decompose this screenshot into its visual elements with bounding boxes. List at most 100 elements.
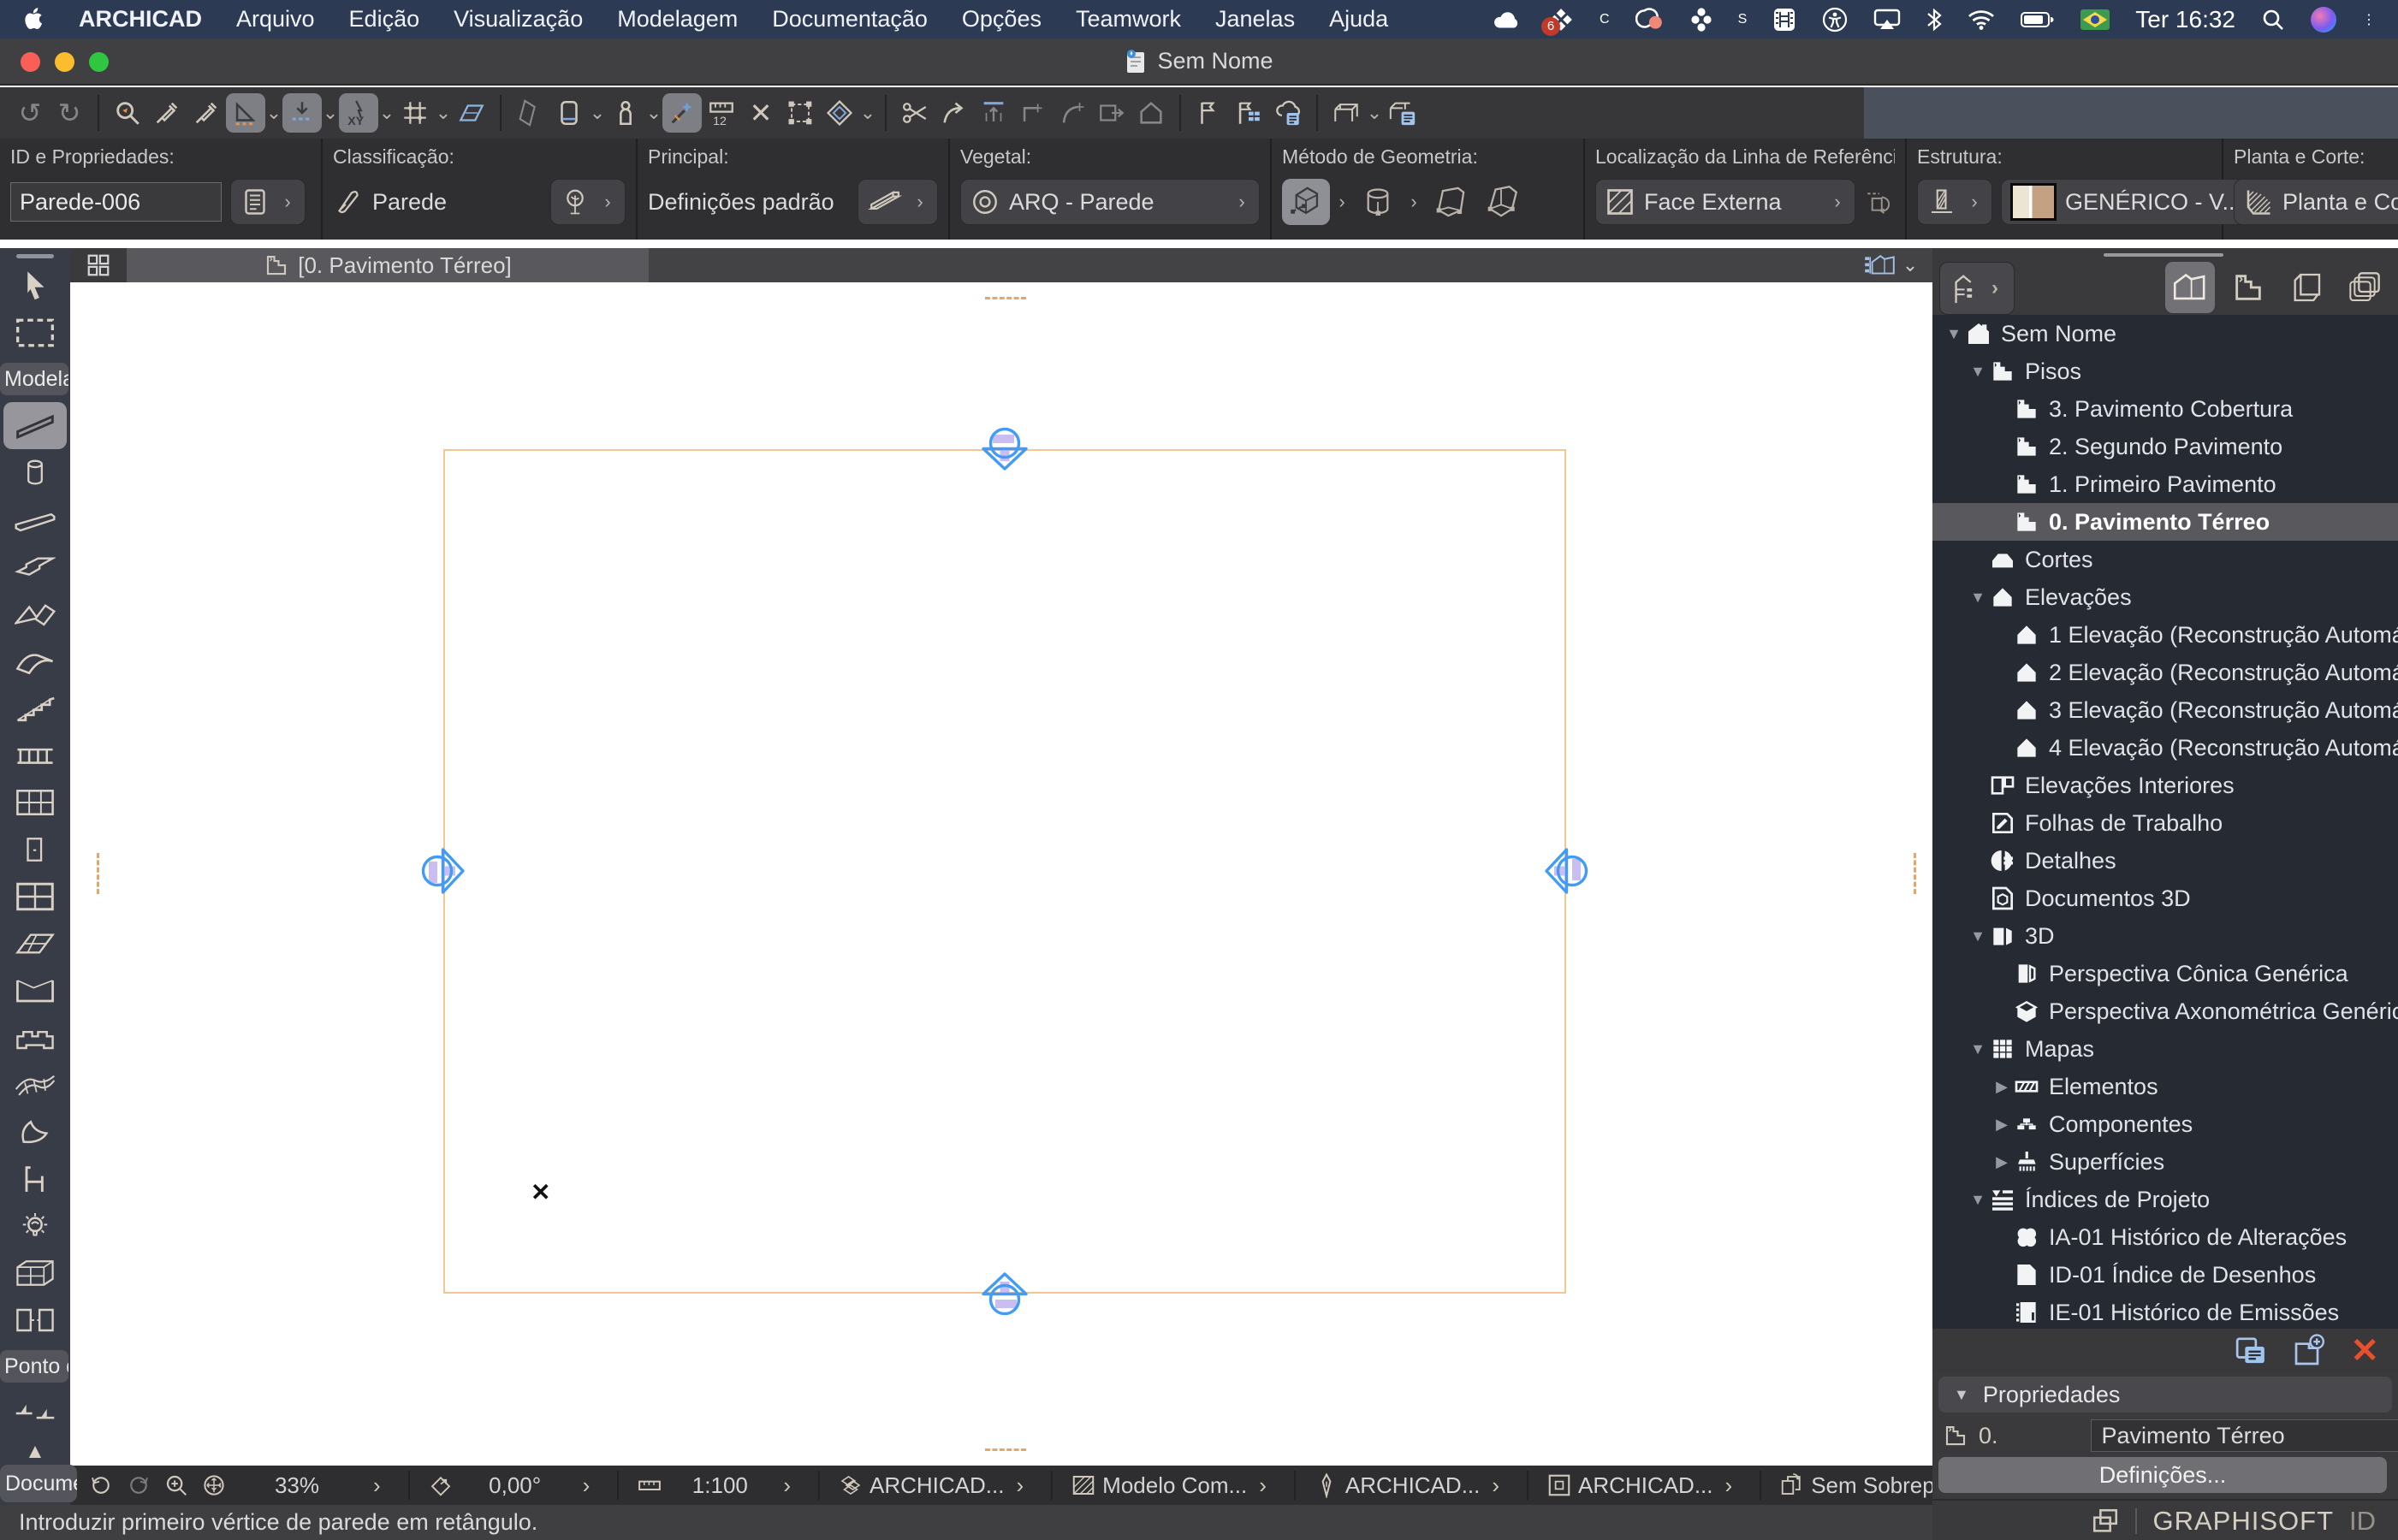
wifi-icon[interactable] [1968,9,1995,30]
model-view-options-value[interactable]: Modelo Com... [1102,1472,1247,1499]
menu-edicao[interactable]: Edição [349,6,420,33]
stair-tool[interactable] [3,684,67,732]
plansection-display-button[interactable]: Planta e Cor [2234,179,2398,225]
menu-modelagem[interactable]: Modelagem [617,6,738,33]
zoom-window-button[interactable] [89,52,109,72]
shapes-app-icon[interactable] [1690,7,1712,33]
tree-item-indices-de-projeto[interactable]: ▼ Índices de Projeto [1932,1181,2398,1218]
scale-ruler-icon[interactable] [631,1468,668,1502]
mesh-tool[interactable] [3,1061,67,1108]
inject-parameters-icon[interactable] [147,93,187,133]
zoom-level-value[interactable]: 33% [233,1472,361,1499]
tree-item-primeiro-pavimento[interactable]: 1. Primeiro Pavimento [1932,465,2398,503]
graphic-override-icon[interactable] [1540,1468,1578,1502]
morph-tool[interactable] [3,1108,67,1155]
align-icon[interactable] [974,93,1013,133]
tree-item-pavimento-cobertura[interactable]: 3. Pavimento Cobertura [1932,390,2398,428]
c-app-icon[interactable]: C [1600,12,1610,27]
tree-item-pisos[interactable]: ▼ Pisos [1932,352,2398,390]
graphic-override-value[interactable]: ARCHICAD... [1578,1472,1712,1499]
element-id-field[interactable] [10,182,222,222]
tree-item-3d[interactable]: ▼ 3D [1932,917,2398,955]
next-zoom-icon[interactable] [120,1468,157,1502]
copy-window-icon[interactable] [2091,1507,2120,1536]
menu-teamwork[interactable]: Teamwork [1076,6,1181,33]
furniture-object-tool[interactable] [3,1155,67,1202]
tree-item-superficies[interactable]: ▶ Superfícies [1932,1143,2398,1181]
apple-menu-icon[interactable] [22,7,45,33]
collapse-arrow-icon[interactable]: ▶ [1991,1116,2013,1134]
virtual-trace-dropdown[interactable]: ⌄ [589,102,606,124]
tree-item-perspectiva-axonometrica[interactable]: Perspectiva Axonométrica Genérica [1932,992,2398,1030]
magic-wand-toggle[interactable] [662,93,702,133]
object-tool[interactable] [3,1014,67,1061]
drawing-scale-value[interactable]: 1:100 [668,1472,771,1499]
menu-opcoes[interactable]: Opções [962,6,1042,33]
refline-selector-button[interactable]: Face Externa › [1595,179,1855,225]
tree-item-elevacao-3[interactable]: 3 Elevação (Reconstrução Automática [1932,691,2398,729]
tree-item-id-01[interactable]: ID-01 Índice de Desenhos [1932,1256,2398,1294]
layer-combination-dropdown[interactable]: › [1016,1472,1024,1499]
coordinate-input-dropdown[interactable]: ⌄ [378,102,395,124]
model-view-options-icon[interactable] [1065,1468,1102,1502]
tab-overview-button[interactable] [70,248,127,282]
add-view-icon[interactable] [2292,1334,2326,1368]
graphisoft-logo[interactable]: GRAPHISOFT [2152,1506,2334,1537]
layers-dropdown[interactable]: ⌄ [859,102,876,124]
tree-item-elevacoes[interactable]: ▼ Elevações [1932,578,2398,616]
pen-set-value[interactable]: ARCHICAD... [1345,1472,1480,1499]
bluetooth-icon[interactable] [1926,8,1942,32]
redo-icon[interactable]: ↻ [50,93,89,133]
s-app-icon[interactable]: S [1738,12,1748,27]
overlap-circles-icon[interactable] [1635,8,1665,32]
toolbox-scroll-icon[interactable]: ▲ [25,1440,45,1464]
layer-combination-icon[interactable] [832,1468,870,1502]
tree-item-sem-nome[interactable]: ▼ Sem Nome [1932,315,2398,352]
marquee-tool[interactable] [3,309,67,356]
layout-book-button[interactable] [2282,262,2331,313]
menu-arquivo[interactable]: Arquivo [236,6,315,33]
expand-arrow-icon[interactable]: ▼ [1967,927,1989,945]
tree-item-ie-01[interactable]: IE-01 Histórico de Emissões [1932,1294,2398,1329]
expand-arrow-icon[interactable]: ▼ [1943,325,1965,343]
elevation-boundary-rectangle[interactable] [443,449,1566,1294]
profile-manager-icon[interactable] [606,93,645,133]
split-icon[interactable] [895,93,935,133]
tree-item-segundo-pavimento[interactable]: 2. Segundo Pavimento [1932,428,2398,465]
accessibility-icon[interactable] [1822,7,1848,33]
collapse-arrow-icon[interactable]: ▶ [1991,1153,2013,1171]
curtain-system-tool[interactable] [3,1249,67,1296]
elevation-marker-west[interactable] [419,847,467,895]
arrow-tool[interactable] [3,262,67,309]
lamp-tool[interactable] [3,1202,67,1249]
menu-ajuda[interactable]: Ajuda [1329,6,1388,33]
menu-documentacao[interactable]: Documentação [772,6,928,33]
stretch-icon[interactable] [1092,93,1131,133]
id-settings-button[interactable]: › [230,179,306,225]
undo-icon[interactable]: ↺ [10,93,50,133]
snap-guides-dropdown[interactable]: ⌄ [322,102,339,124]
skylight-tool[interactable] [3,920,67,967]
tree-item-mapas[interactable]: ▼ Mapas [1932,1030,2398,1068]
expand-arrow-icon[interactable]: ▼ [1967,1040,1989,1058]
wall-settings-button[interactable]: › [858,179,938,225]
siri-icon[interactable] [2311,6,2336,33]
classification-tree-button[interactable]: › [550,179,626,225]
group-elements-icon[interactable] [781,93,820,133]
column-tool[interactable] [3,449,67,496]
view-map-button[interactable] [2223,262,2273,313]
roof-tool[interactable] [3,590,67,637]
snap-grid-icon[interactable] [395,93,435,133]
open-settings-panel-icon[interactable] [2234,1334,2268,1368]
structure-type-button[interactable]: › [1917,179,1992,225]
shell-tool[interactable] [3,637,67,684]
project-map-button[interactable] [2165,262,2215,313]
tree-item-detalhes[interactable]: Detalhes [1932,842,2398,880]
edit-base-icon[interactable] [1131,93,1171,133]
transfer-parameters-icon[interactable] [187,93,226,133]
tree-item-perspectiva-conica[interactable]: Perspectiva Cônica Genérica [1932,955,2398,992]
favorites-dropdown[interactable]: ⌄ [1366,102,1383,124]
project-chooser-button[interactable]: › [1939,262,2015,315]
floor-plan-canvas[interactable]: ✕ [70,282,1932,1466]
elevation-marker-north[interactable] [981,425,1029,473]
